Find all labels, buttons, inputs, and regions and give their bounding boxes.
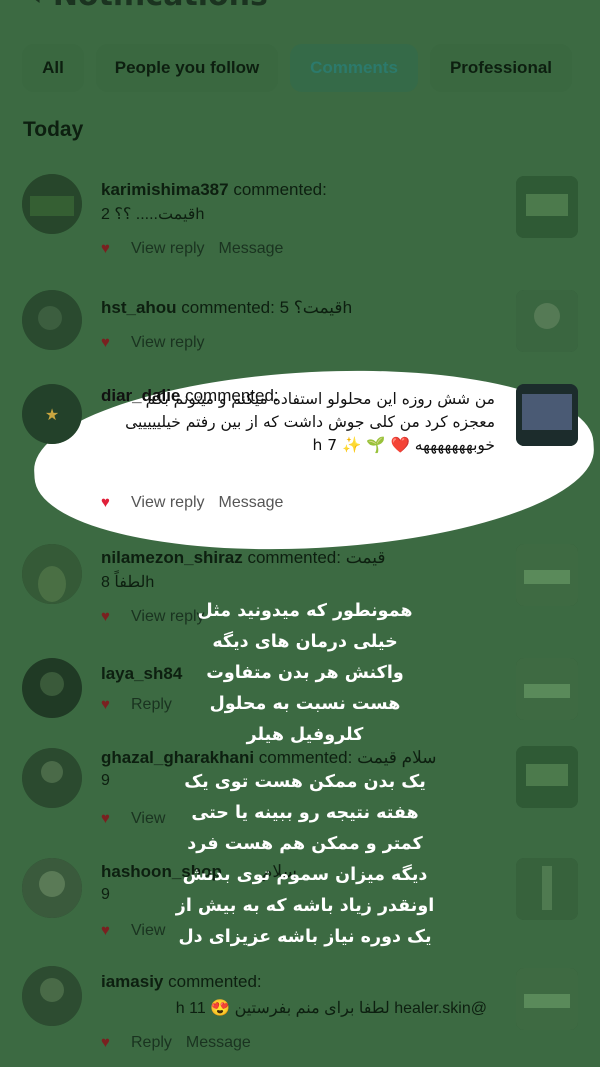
back-arrow-icon[interactable]: ‹ bbox=[30, 0, 42, 13]
post-thumbnail[interactable] bbox=[516, 968, 578, 1030]
view-reply-button[interactable]: View reply bbox=[131, 334, 205, 351]
overlay-line: اونقدر زیاد باشه که به بیش از bbox=[175, 896, 435, 916]
section-title-today: Today bbox=[23, 118, 84, 141]
tab-people-you-follow[interactable]: People you follow bbox=[96, 44, 278, 92]
post-thumbnail[interactable] bbox=[516, 290, 578, 352]
message-button[interactable]: Message bbox=[219, 240, 284, 257]
page-title: ‹ Notifications bbox=[30, 0, 268, 13]
story-overlay-text: همونطور که میدونید مثل خیلی درمان های دی… bbox=[150, 596, 460, 953]
notification-row[interactable]: iamasiy commented: @healer.skin لطفا برا… bbox=[0, 962, 600, 1062]
username[interactable]: iamasiy bbox=[101, 972, 163, 991]
notification-row[interactable]: karimishima387 commented: 2 قیمت..... ؟؟… bbox=[0, 172, 600, 262]
overlay-line: دیگه میزان سموم توی بدنش bbox=[182, 865, 428, 885]
comment-text: قیمت bbox=[345, 548, 386, 567]
username[interactable]: karimishima387 bbox=[101, 180, 229, 199]
avatar[interactable] bbox=[22, 858, 82, 918]
overlay-line: یک دوره نیاز باشه عزیزای دل bbox=[178, 927, 432, 947]
heart-icon[interactable]: ♥ bbox=[101, 240, 119, 257]
post-thumbnail[interactable] bbox=[516, 746, 578, 808]
view-reply-button[interactable]: View reply bbox=[131, 494, 205, 511]
notification-row[interactable]: hst_ahou commented: 5 قیمت؟h ♥ View reply bbox=[0, 286, 600, 366]
avatar[interactable]: ★ bbox=[22, 384, 82, 444]
heart-icon[interactable]: ♥ bbox=[101, 608, 119, 625]
tab-all[interactable]: All bbox=[22, 44, 84, 92]
filter-tabs: All People you follow Comments Professio… bbox=[0, 44, 600, 94]
tab-professional[interactable]: Professional bbox=[430, 44, 572, 92]
view-reply-button[interactable]: View reply bbox=[131, 240, 205, 257]
post-thumbnail[interactable] bbox=[516, 384, 578, 446]
username[interactable]: hst_ahou bbox=[101, 298, 177, 317]
svg-text:★: ★ bbox=[45, 405, 59, 424]
overlay-line: واکنش هر بدن متفاوت bbox=[206, 663, 404, 683]
avatar[interactable] bbox=[22, 658, 82, 718]
comment-text: قیمت..... ؟؟ bbox=[114, 206, 196, 223]
overlay-line: هفته نتیجه رو ببینه یا حتی bbox=[191, 803, 419, 823]
tab-comments[interactable]: Comments bbox=[290, 44, 418, 92]
overlay-line: همونطور که میدونید مثل bbox=[197, 601, 413, 621]
heart-icon[interactable]: ♥ bbox=[101, 696, 119, 713]
overlay-line: کمتر و ممکن هم هست فرد bbox=[187, 834, 423, 854]
heart-icon[interactable]: ♥ bbox=[101, 922, 119, 939]
reply-button[interactable]: Reply bbox=[131, 1034, 172, 1051]
message-button[interactable]: Message bbox=[219, 494, 284, 511]
heart-icon[interactable]: ♥ bbox=[101, 810, 119, 827]
post-thumbnail[interactable] bbox=[516, 176, 578, 238]
username[interactable]: nilamezon_shiraz bbox=[101, 548, 243, 567]
post-thumbnail[interactable] bbox=[516, 858, 578, 920]
avatar[interactable] bbox=[22, 544, 82, 604]
comment-text: @healer.skin لطفا برای منم بفرستین 😍 bbox=[210, 1000, 487, 1017]
message-button[interactable]: Message bbox=[186, 1034, 251, 1051]
heart-icon[interactable]: ♥ bbox=[101, 334, 119, 351]
comment-text: قیمت؟ bbox=[293, 298, 343, 317]
avatar[interactable] bbox=[22, 174, 82, 234]
comment-text: من شش روزه این محلولو استفاده میکنم و می… bbox=[125, 390, 495, 454]
overlay-line: کلروفیل هیلر bbox=[246, 725, 364, 745]
avatar[interactable] bbox=[22, 290, 82, 350]
overlay-line: هست نسبت به محلول bbox=[209, 694, 401, 714]
avatar[interactable] bbox=[22, 748, 82, 808]
heart-icon[interactable]: ♥ bbox=[101, 494, 119, 511]
avatar[interactable] bbox=[22, 966, 82, 1026]
post-thumbnail[interactable] bbox=[516, 544, 578, 606]
heart-icon[interactable]: ♥ bbox=[101, 1034, 119, 1051]
overlay-line: خیلی درمان های دیگه bbox=[212, 632, 398, 652]
post-thumbnail[interactable] bbox=[516, 658, 578, 720]
overlay-line: یک بدن ممکن هست توی یک bbox=[184, 772, 426, 792]
